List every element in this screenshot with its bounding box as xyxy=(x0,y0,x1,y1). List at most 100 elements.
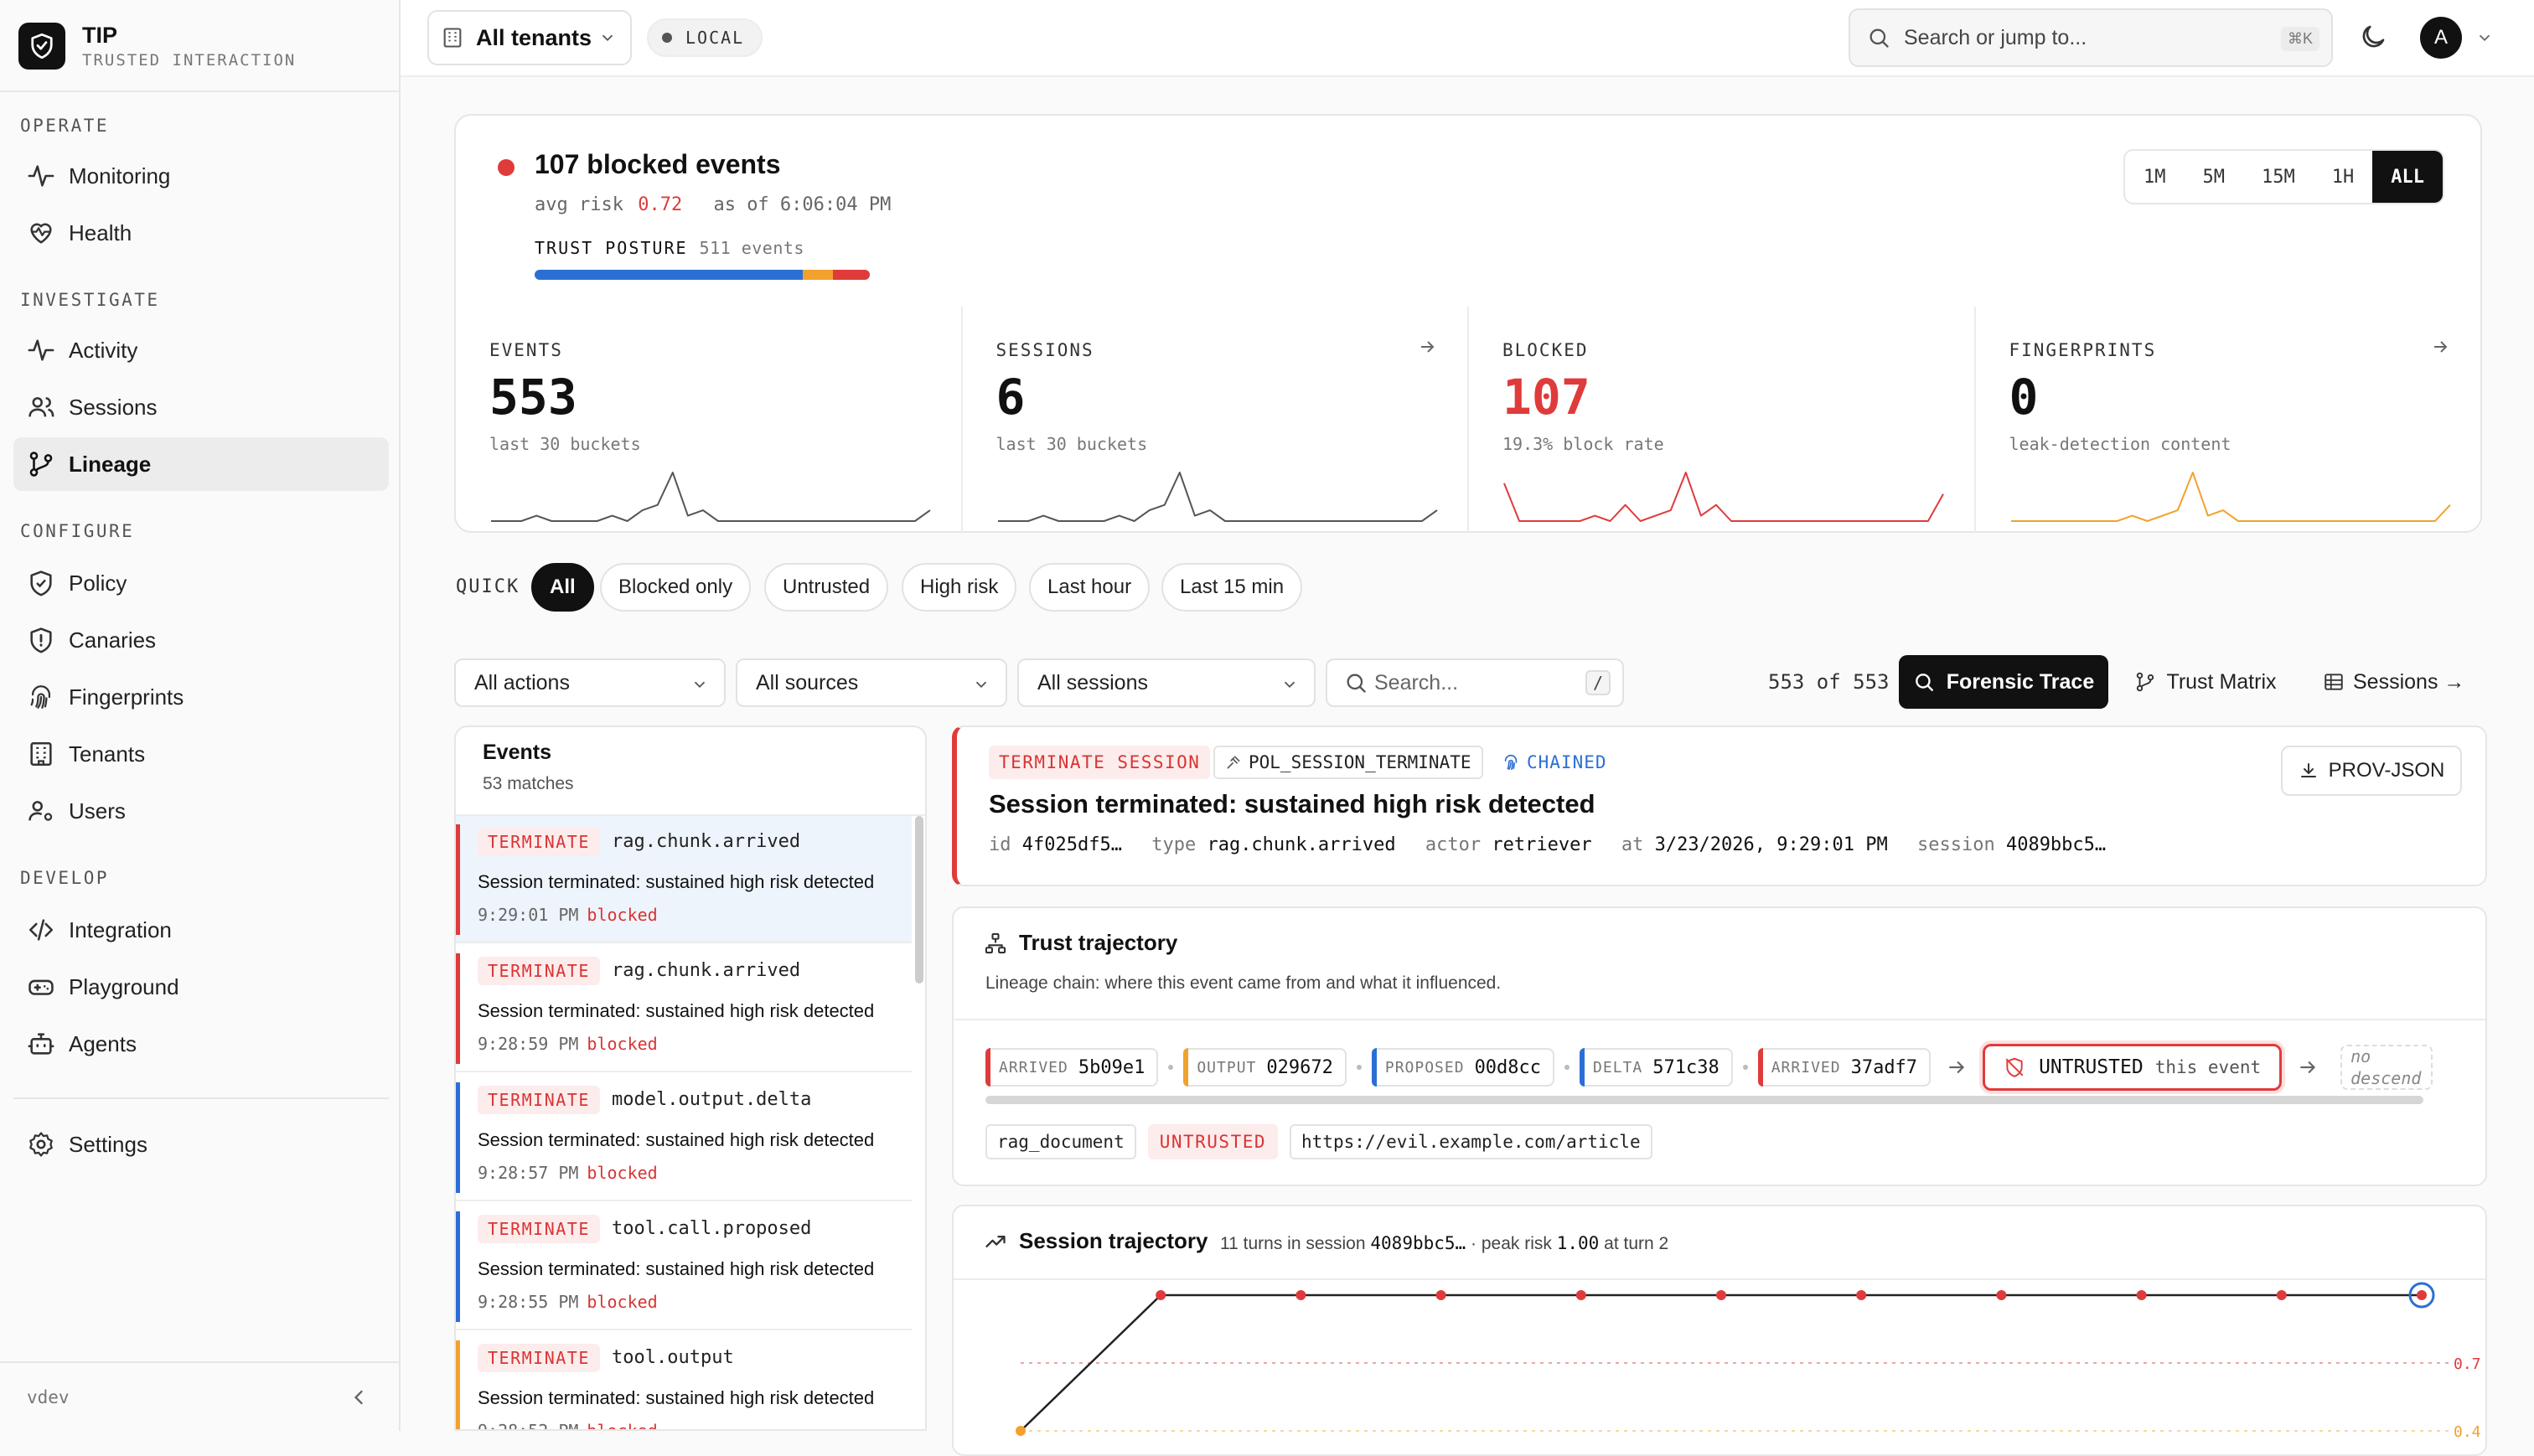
risk-summary: avg risk 0.72 as of 6:06:04 PM xyxy=(535,194,891,215)
range-1m-button[interactable]: 1M xyxy=(2125,151,2185,203)
topbar: All tenants LOCAL Search or jump to... ⌘… xyxy=(401,0,2534,77)
event-type: model.output.delta xyxy=(612,1089,812,1110)
stat-sub: last 30 buckets xyxy=(489,434,641,454)
source-url-tag[interactable]: https://evil.example.com/article xyxy=(1290,1124,1652,1159)
tenant-selector[interactable]: All tenants xyxy=(427,10,632,65)
risk-point xyxy=(2417,1290,2427,1300)
lineage-scrollbar[interactable] xyxy=(985,1096,2423,1104)
arrow-right-icon[interactable] xyxy=(1417,337,1437,357)
chip-last-15-min[interactable]: Last 15 min xyxy=(1161,563,1303,612)
sidebar-item-tenants[interactable]: Tenants xyxy=(13,727,389,781)
git-branch-icon xyxy=(2137,672,2154,692)
fingerprint-icon xyxy=(30,685,51,709)
detail-title: Session terminated: sustained high risk … xyxy=(989,789,1595,818)
arrow-right-icon[interactable] xyxy=(2430,337,2450,357)
sidebar-item-monitoring[interactable]: Monitoring xyxy=(13,149,389,203)
sidebar-item-label: Monitoring xyxy=(69,163,171,188)
sidebar-item-label: Tenants xyxy=(69,741,146,767)
alert-dot xyxy=(498,159,515,176)
lineage-node[interactable]: DELTA 571c38 xyxy=(1580,1048,1733,1087)
session-trajectory-label: Session trajectory xyxy=(1019,1228,1208,1253)
chip-all[interactable]: All xyxy=(531,563,594,612)
stat-sub: last 30 buckets xyxy=(995,434,1148,454)
stat-sessions[interactable]: SESSIONS 6 last 30 buckets xyxy=(963,307,1469,533)
event-message: Session terminated: sustained high risk … xyxy=(478,1129,875,1150)
sidebar-item-agents[interactable]: Agents xyxy=(13,1017,389,1071)
chip-high-risk[interactable]: High risk xyxy=(902,563,1017,612)
posture-blocked-segment xyxy=(833,270,870,280)
sessions-dropdown[interactable]: All sessions xyxy=(1017,658,1316,707)
trust-matrix-button[interactable]: Trust Matrix xyxy=(2112,655,2299,709)
sidebar-item-integration[interactable]: Integration xyxy=(13,903,389,957)
sidebar-item-settings[interactable]: Settings xyxy=(13,1118,389,1171)
sidebar-item-users[interactable]: Users xyxy=(13,784,389,838)
chevron-down-icon xyxy=(602,34,613,42)
range-all-button[interactable]: ALL xyxy=(2372,151,2443,203)
result-count: 553 of 553 xyxy=(1768,670,1890,694)
sidebar-item-label: Lineage xyxy=(69,451,152,477)
lineage-node[interactable]: ARRIVED 37adf7 xyxy=(1757,1048,1932,1087)
range-5m-button[interactable]: 5M xyxy=(2185,151,2244,203)
chip-blocked-only[interactable]: Blocked only xyxy=(600,563,752,612)
event-time: 9:28:52 PM blocked xyxy=(478,1421,658,1429)
chevron-down-icon xyxy=(975,681,987,689)
sidebar-item-sessions[interactable]: Sessions xyxy=(13,380,389,434)
node-kind: ARRIVED xyxy=(1771,1058,1841,1077)
lineage-node[interactable]: ARRIVED 5b09e1 xyxy=(985,1048,1159,1087)
avg-risk-label: avg risk xyxy=(535,194,623,215)
moon-icon[interactable] xyxy=(2358,22,2388,52)
posture-trusted-segment xyxy=(535,270,803,280)
chip-untrusted[interactable]: Untrusted xyxy=(764,563,889,612)
sidebar-item-health[interactable]: Health xyxy=(13,206,389,260)
event-time: 9:29:01 PM blocked xyxy=(478,905,658,925)
events-search-input[interactable]: Search... / xyxy=(1326,658,1624,707)
current-event-node[interactable]: UNTRUSTED this event xyxy=(1983,1044,2283,1091)
sidebar-item-lineage[interactable]: Lineage xyxy=(13,437,389,491)
detail-action-badge: TERMINATE SESSION xyxy=(989,746,1211,779)
sidebar-item-activity[interactable]: Activity xyxy=(13,323,389,377)
time-range-selector: 1M 5M 15M 1H ALL xyxy=(2123,149,2444,204)
event-list-item[interactable]: TERMINATE rag.chunk.arrived Session term… xyxy=(456,816,912,943)
quick-filters-label: QUICK xyxy=(456,576,520,597)
chip-last-hour[interactable]: Last hour xyxy=(1029,563,1151,612)
sidebar-item-playground[interactable]: Playground xyxy=(13,960,389,1014)
sessions-link[interactable]: Sessions → xyxy=(2323,655,2464,709)
sources-dropdown[interactable]: All sources xyxy=(736,658,1007,707)
shield-alert-icon xyxy=(30,627,52,653)
event-list-item[interactable]: TERMINATE tool.call.proposed Session ter… xyxy=(456,1203,912,1330)
events-scrollbar[interactable] xyxy=(915,816,923,984)
event-type: tool.call.proposed xyxy=(612,1218,812,1239)
global-search-input[interactable]: Search or jump to... ⌘K xyxy=(1849,8,2333,67)
sidebar-item-label: Playground xyxy=(69,973,179,999)
stat-fingerprints[interactable]: FINGERPRINTS 0 leak-detection content xyxy=(1976,307,2481,533)
chevron-down-icon[interactable] xyxy=(2475,28,2494,47)
prov-json-button[interactable]: PROV-JSON xyxy=(2281,746,2462,796)
sidebar-item-label: Settings xyxy=(69,1131,147,1157)
chain-separator xyxy=(1168,1065,1174,1070)
event-list-item[interactable]: TERMINATE rag.chunk.arrived Session term… xyxy=(456,945,912,1072)
range-15m-button[interactable]: 15M xyxy=(2243,151,2314,203)
stat-sub: leak-detection content xyxy=(2009,434,2231,454)
event-action-badge: TERMINATE xyxy=(478,1344,600,1372)
lineage-node[interactable]: PROPOSED 00d8cc xyxy=(1371,1048,1555,1087)
sidebar-item-label: Integration xyxy=(69,916,172,942)
collapse-sidebar-icon[interactable] xyxy=(347,1386,370,1409)
forensic-trace-button[interactable]: Forensic Trace xyxy=(1899,655,2108,709)
brand[interactable]: TIP TRUSTED INTERACTION xyxy=(18,17,296,75)
stat-value: 6 xyxy=(995,369,1026,426)
actions-dropdown[interactable]: All actions xyxy=(454,658,726,707)
current-trust-label: UNTRUSTED xyxy=(2039,1056,2144,1078)
this-event-label: this event xyxy=(2154,1057,2262,1077)
range-1h-button[interactable]: 1H xyxy=(2314,151,2373,203)
event-list-item[interactable]: TERMINATE model.output.delta Session ter… xyxy=(456,1074,912,1201)
meta-key: session xyxy=(1916,834,1995,855)
lineage-node[interactable]: OUTPUT 029672 xyxy=(1183,1048,1347,1087)
sidebar-item-canaries[interactable]: Canaries xyxy=(13,613,389,667)
sidebar: TIP TRUSTED INTERACTION OPERATE Monitori… xyxy=(0,0,401,1431)
event-timestamp: 9:28:57 PM xyxy=(478,1163,579,1183)
divider xyxy=(13,1097,389,1099)
sidebar-item-fingerprints[interactable]: Fingerprints xyxy=(13,670,389,724)
avatar[interactable]: A xyxy=(2420,17,2462,59)
event-list-item[interactable]: TERMINATE tool.output Session terminated… xyxy=(456,1332,912,1429)
sidebar-item-policy[interactable]: Policy xyxy=(13,556,389,610)
